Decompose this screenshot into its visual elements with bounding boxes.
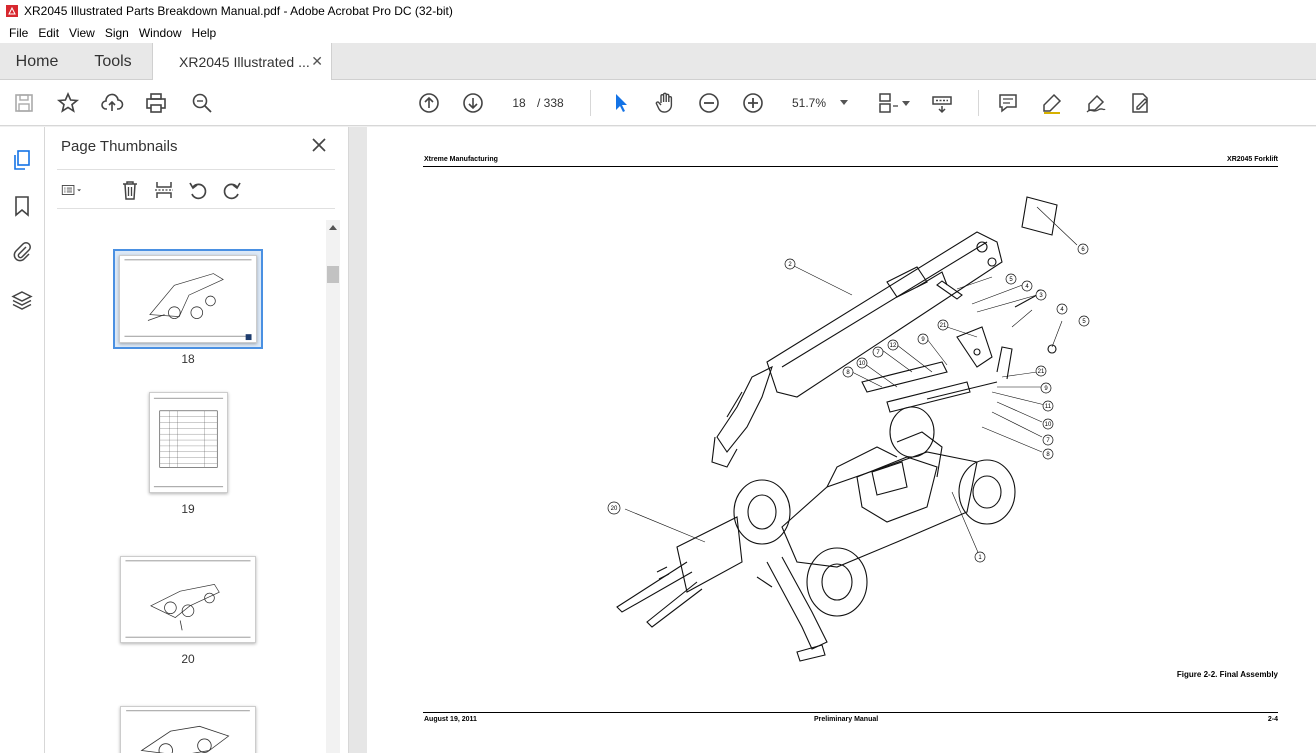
draw-sign-icon[interactable] (1084, 91, 1108, 115)
header-rule (423, 166, 1278, 167)
thumbnail-label-20: 20 (181, 652, 195, 666)
rotate-right-icon[interactable] (221, 179, 243, 201)
toolbar-divider (590, 90, 591, 116)
tab-home[interactable]: Home (0, 43, 74, 80)
page-thumbnails-panel: Page Thumbnails 18 19 20 (45, 127, 349, 753)
previous-page-icon[interactable] (417, 91, 441, 115)
keyboard-scroll-icon[interactable] (930, 91, 954, 115)
pdf-page: Xtreme Manufacturing XR2045 Forklift 2 6… (367, 127, 1316, 753)
panel-title: Page Thumbnails (61, 138, 178, 155)
thumbnail-tools (57, 169, 335, 209)
svg-text:10: 10 (1045, 422, 1052, 428)
cloud-upload-icon[interactable] (100, 91, 124, 115)
layers-icon[interactable] (11, 289, 33, 311)
tab-tools[interactable]: Tools (74, 43, 152, 80)
figure-caption: Figure 2-2. Final Assembly (1176, 670, 1278, 679)
edit-pdf-icon[interactable] (1128, 91, 1152, 115)
svg-text:12: 12 (890, 343, 897, 349)
menu-file[interactable]: File (4, 26, 33, 40)
page-display-icon[interactable] (876, 91, 900, 115)
extract-page-icon[interactable] (153, 179, 175, 201)
svg-text:21: 21 (1038, 369, 1045, 375)
page-footer-date: August 19, 2011 (424, 716, 477, 723)
hand-tool-icon[interactable] (653, 91, 677, 115)
acrobat-logo-icon (6, 5, 18, 17)
window-title: XR2045 Illustrated Parts Breakdown Manua… (24, 4, 453, 18)
print-icon[interactable] (144, 91, 168, 115)
page-display-chevron-icon[interactable] (902, 101, 910, 106)
save-icon[interactable] (12, 91, 36, 115)
delete-page-icon[interactable] (119, 179, 141, 201)
thumbnail-page-21[interactable] (120, 706, 256, 753)
tab-bar: Home Tools XR2045 Illustrated ... ✕ (0, 43, 1316, 80)
attachments-paperclip-icon[interactable] (11, 241, 33, 263)
main-toolbar (0, 80, 1316, 126)
zoom-dropdown[interactable]: 51.7% (784, 91, 856, 115)
tab-document-label: XR2045 Illustrated ... (179, 53, 310, 70)
zoom-out-icon[interactable] (697, 91, 721, 115)
menu-view[interactable]: View (64, 26, 100, 40)
thumbnail-label-18: 18 (181, 352, 195, 366)
left-navigation-rail (0, 127, 45, 753)
next-page-icon[interactable] (461, 91, 485, 115)
thumbnail-label-19: 19 (181, 502, 195, 516)
svg-text:21: 21 (940, 323, 947, 329)
thumbnail-scrollbar[interactable] (326, 220, 340, 753)
menu-sign[interactable]: Sign (100, 26, 134, 40)
tab-close-icon[interactable]: ✕ (311, 53, 323, 70)
menu-help[interactable]: Help (187, 26, 222, 40)
page-header-right: XR2045 Forklift (1227, 156, 1278, 163)
menu-bar: File Edit View Sign Window Help (0, 22, 1316, 43)
bookmark-star-icon[interactable] (56, 91, 80, 115)
options-menu-icon[interactable] (61, 179, 95, 201)
zoom-value: 51.7% (792, 96, 827, 110)
window-titlebar: XR2045 Illustrated Parts Breakdown Manua… (0, 0, 1316, 22)
svg-text:11: 11 (1045, 404, 1052, 410)
scrollbar-thumb[interactable] (327, 266, 339, 283)
thumbnail-page-19[interactable] (149, 392, 228, 493)
rotate-left-icon[interactable] (187, 179, 209, 201)
highlight-pen-icon[interactable] (1040, 91, 1064, 115)
footer-rule (423, 712, 1278, 713)
tab-document[interactable]: XR2045 Illustrated ... ✕ (152, 43, 332, 80)
comment-icon[interactable] (996, 91, 1020, 115)
page-header-left: Xtreme Manufacturing (424, 156, 498, 163)
page-footer-center: Preliminary Manual (814, 716, 879, 723)
thumbnail-page-20[interactable] (120, 556, 256, 643)
menu-window[interactable]: Window (134, 26, 187, 40)
bookmarks-icon[interactable] (11, 195, 33, 217)
menu-edit[interactable]: Edit (33, 26, 64, 40)
page-footer-number: 2-4 (1267, 716, 1278, 723)
svg-text:10: 10 (859, 361, 866, 367)
close-panel-icon[interactable] (311, 137, 327, 153)
page-total-label: / 338 (537, 96, 564, 110)
scroll-up-arrow-icon[interactable] (329, 225, 337, 230)
page-number-input[interactable]: 18 (503, 91, 535, 115)
final-assembly-drawing: 2 6 5 4 3 4 5 21 9 12 7 10 8 21 9 11 10 … (607, 196, 1090, 662)
zoom-in-icon[interactable] (741, 91, 765, 115)
find-zoom-icon[interactable] (190, 91, 214, 115)
svg-text:20: 20 (611, 506, 618, 512)
thumbnail-page-18[interactable] (119, 255, 257, 343)
select-cursor-icon[interactable] (609, 91, 633, 115)
chevron-down-icon (840, 100, 848, 105)
toolbar-divider (978, 90, 979, 116)
page-thumbnails-icon[interactable] (11, 149, 33, 171)
